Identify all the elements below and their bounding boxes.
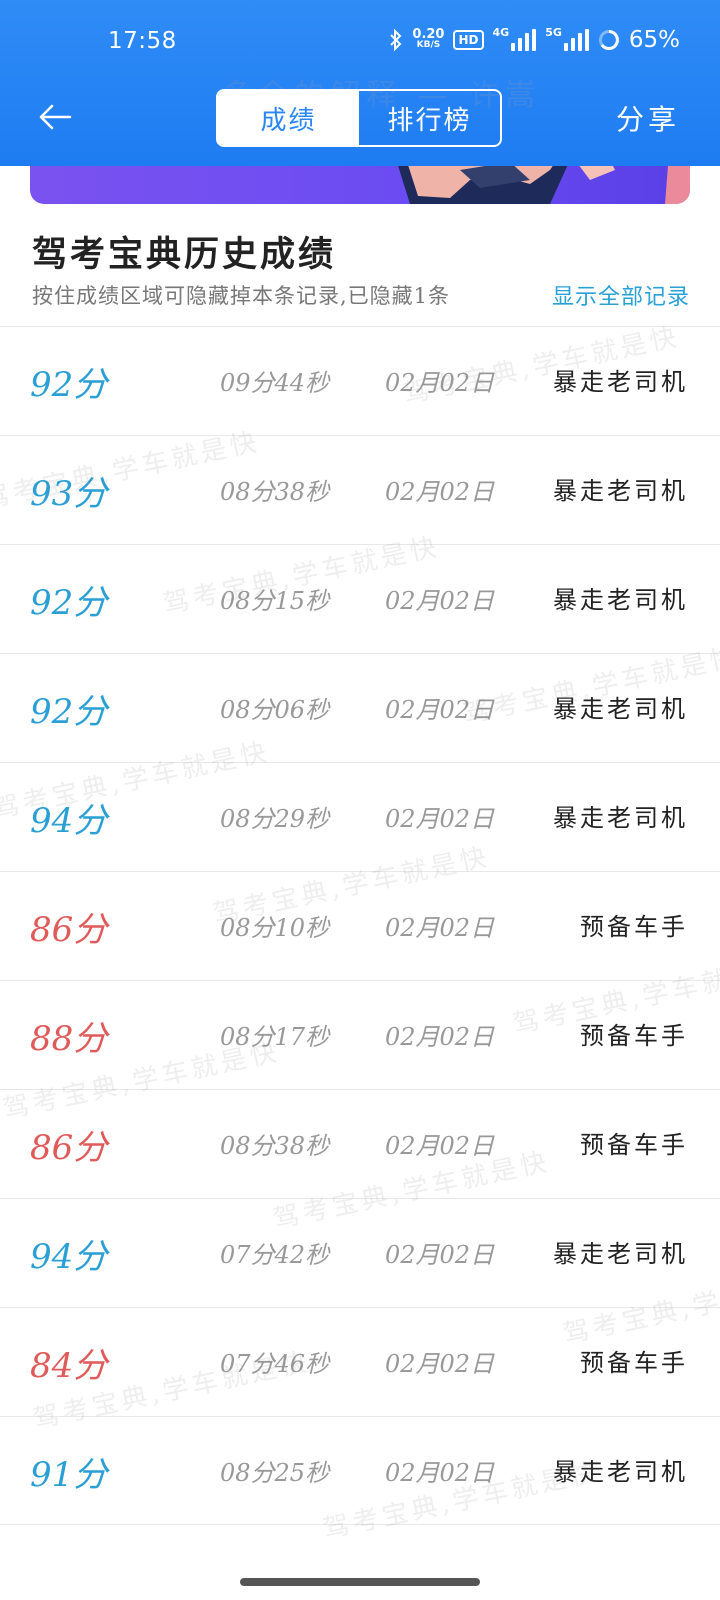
record-level: 暴走老司机 (553, 586, 688, 614)
table-row[interactable]: 86分 08分10秒 02月02日 预备车手 (0, 871, 720, 980)
record-score: 92分 (30, 583, 108, 623)
home-indicator[interactable] (240, 1578, 480, 1586)
table-row[interactable]: 88分 08分17秒 02月02日 预备车手 (0, 980, 720, 1089)
record-duration: 08分38秒 (220, 478, 330, 506)
record-date: 02月02日 (385, 1023, 495, 1051)
record-score: 94分 (30, 1237, 108, 1277)
record-level: 预备车手 (580, 1022, 688, 1050)
record-level: 预备车手 (580, 913, 688, 941)
record-level: 暴走老司机 (553, 368, 688, 396)
record-score: 93分 (30, 474, 108, 514)
table-row[interactable]: 91分 08分25秒 02月02日 暴走老司机 (0, 1416, 720, 1525)
record-date: 02月02日 (385, 587, 495, 615)
record-date: 02月02日 (385, 1241, 495, 1269)
record-duration: 07分46秒 (220, 1350, 330, 1378)
record-date: 02月02日 (385, 914, 495, 942)
record-date: 02月02日 (385, 369, 495, 397)
record-date: 02月02日 (385, 805, 495, 833)
record-date: 02月02日 (385, 478, 495, 506)
record-date: 02月02日 (385, 1132, 495, 1160)
record-score: 92分 (30, 365, 108, 405)
table-row[interactable]: 93分 08分38秒 02月02日 暴走老司机 (0, 435, 720, 544)
record-score: 94分 (30, 801, 108, 841)
share-button[interactable]: 分享 (616, 98, 680, 138)
record-duration: 08分06秒 (220, 696, 330, 724)
back-arrow-icon[interactable] (38, 102, 72, 132)
signal-icon-2 (563, 28, 589, 51)
record-date: 02月02日 (385, 696, 495, 724)
tab-switcher: 成绩 排行榜 (216, 89, 502, 147)
record-level: 暴走老司机 (553, 695, 688, 723)
signal-icon-1 (511, 28, 537, 51)
battery-ring-icon (598, 29, 619, 50)
table-row[interactable]: 94分 07分42秒 02月02日 暴走老司机 (0, 1198, 720, 1307)
hide-record-hint: 按住成绩区域可隐藏掉本条记录,已隐藏1条 (32, 284, 451, 308)
status-time: 17:58 (108, 28, 177, 54)
record-duration: 08分38秒 (220, 1132, 330, 1160)
record-duration: 09分44秒 (220, 369, 330, 397)
record-duration: 08分29秒 (220, 805, 330, 833)
record-score: 91分 (30, 1455, 108, 1495)
table-row[interactable]: 92分 08分06秒 02月02日 暴走老司机 (0, 653, 720, 762)
status-icons: 0.20 KB/S HD 4G 5G 65% (389, 26, 680, 53)
table-row[interactable]: 92分 09分44秒 02月02日 暴走老司机 (0, 326, 720, 435)
table-row[interactable]: 94分 08分29秒 02月02日 暴走老司机 (0, 762, 720, 871)
record-level: 暴走老司机 (553, 477, 688, 505)
table-row[interactable]: 86分 08分38秒 02月02日 预备车手 (0, 1089, 720, 1198)
tab-leaderboard[interactable]: 排行榜 (359, 91, 500, 145)
record-duration: 07分42秒 (220, 1241, 330, 1269)
record-level: 暴走老司机 (553, 804, 688, 832)
record-date: 02月02日 (385, 1350, 495, 1378)
show-all-records-link[interactable]: 显示全部记录 (552, 279, 690, 311)
network-type-2: 5G (545, 26, 562, 39)
header-bar: 17:58 0.20 KB/S HD 4G 5G 65% 多余的解释 — 许嵩 … (0, 0, 720, 166)
hd-voice-badge: HD (453, 29, 484, 50)
record-level: 暴走老司机 (553, 1240, 688, 1268)
record-duration: 08分15秒 (220, 587, 330, 615)
score-record-list: 92分 09分44秒 02月02日 暴走老司机 93分 08分38秒 02月02日 暴走老司机… (0, 326, 720, 1525)
record-level: 预备车手 (580, 1131, 688, 1159)
battery-level: 65% (628, 26, 680, 53)
record-date: 02月02日 (385, 1459, 495, 1487)
table-row[interactable]: 84分 07分46秒 02月02日 预备车手 (0, 1307, 720, 1416)
record-score: 84分 (30, 1346, 108, 1386)
record-score: 92分 (30, 692, 108, 732)
record-level: 预备车手 (580, 1349, 688, 1377)
network-speed: 0.20 KB/S (412, 26, 445, 50)
table-row[interactable]: 92分 08分15秒 02月02日 暴走老司机 (0, 544, 720, 653)
record-score: 86分 (30, 1128, 108, 1168)
record-level: 暴走老司机 (553, 1458, 688, 1486)
record-duration: 08分10秒 (220, 914, 330, 942)
record-duration: 08分17秒 (220, 1023, 330, 1051)
history-title: 驾考宝典历史成绩 (32, 234, 337, 275)
record-duration: 08分25秒 (220, 1459, 330, 1487)
record-score: 88分 (30, 1019, 108, 1059)
tab-scores[interactable]: 成绩 (218, 91, 359, 145)
bluetooth-icon (390, 28, 402, 51)
record-score: 86分 (30, 910, 108, 950)
network-type-1: 4G (492, 26, 510, 39)
status-bar: 17:58 0.20 KB/S HD 4G 5G 65% (0, 22, 720, 66)
